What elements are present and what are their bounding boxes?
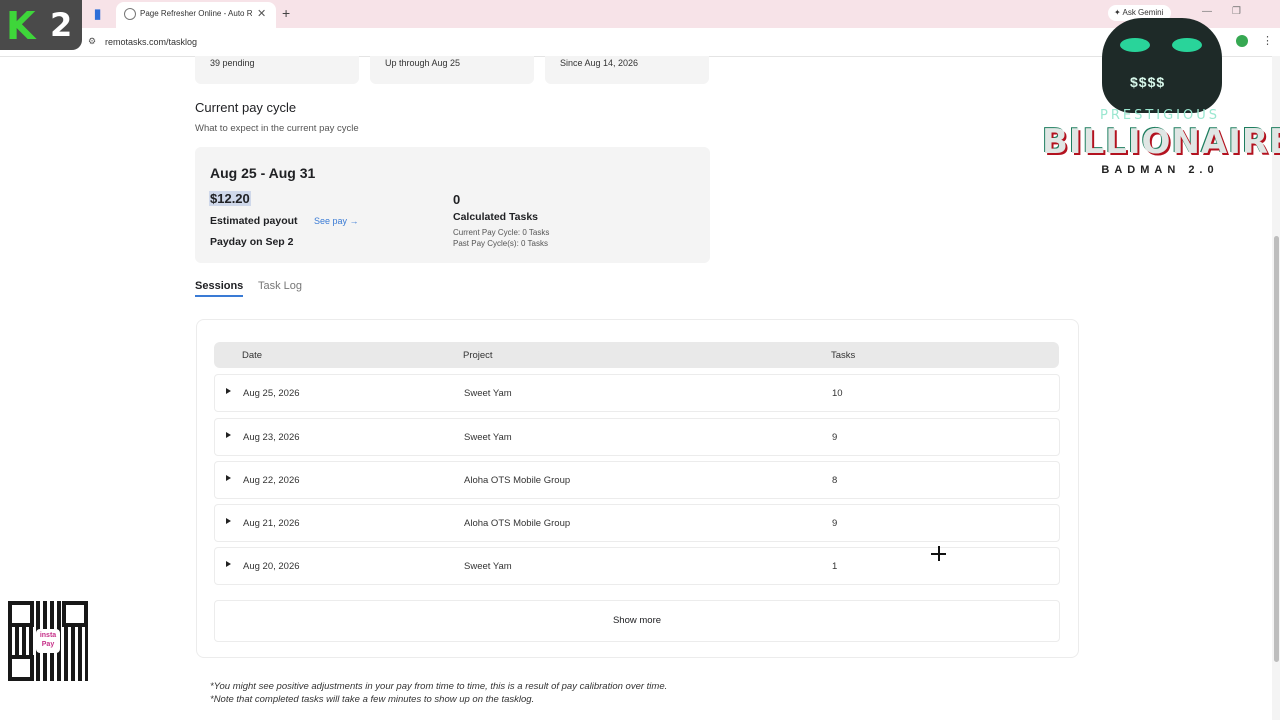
row-tasks: 9 [832, 432, 838, 443]
new-tab-button[interactable]: + [282, 5, 290, 21]
pay-cycle-subheading: What to expect in the current pay cycle [195, 123, 359, 134]
billionaire-badman-logo: $$$$ PRESTIGIOUS BILLIONAIRE BADMAN 2.0 [1042, 18, 1280, 178]
stat-text: Up through Aug 25 [385, 58, 461, 68]
logo-right-eye [1172, 38, 1202, 52]
crosshair-cursor-icon [931, 546, 946, 561]
stat-card-since: Since Aug 14, 2026 [545, 56, 709, 84]
logo-badman: BADMAN 2.0 [1101, 164, 1219, 176]
calculated-task-count: 0 [453, 192, 461, 207]
row-date: Aug 22, 2026 [243, 475, 300, 486]
stat-text: 39 pending [210, 58, 255, 68]
row-date: Aug 21, 2026 [243, 518, 300, 529]
header-date: Date [242, 350, 263, 361]
row-date: Aug 23, 2026 [243, 432, 300, 443]
qr-finder [8, 601, 34, 627]
expand-caret-icon[interactable] [226, 518, 231, 524]
logo-billionaire: BILLIONAIRE [1042, 122, 1280, 162]
pinned-tab-icon[interactable]: ▮ [94, 7, 108, 21]
page-scrollbar-thumb[interactable] [1274, 236, 1279, 662]
row-tasks: 10 [832, 388, 843, 399]
qr-label-insta: insta [39, 632, 57, 639]
k2-number: 2 [50, 6, 73, 44]
payday-label: Payday on Sep 2 [210, 236, 294, 248]
table-row[interactable]: Aug 22, 2026 Aloha OTS Mobile Group 8 [214, 461, 1060, 499]
row-tasks: 8 [832, 475, 838, 486]
table-row[interactable]: Aug 23, 2026 Sweet Yam 9 [214, 418, 1060, 456]
tab-task-log[interactable]: Task Log [258, 280, 302, 292]
restore-icon[interactable]: ❐ [1232, 6, 1241, 17]
stat-card-pending: 39 pending [195, 56, 359, 84]
pay-cycle-heading: Current pay cycle [195, 100, 297, 115]
qr-label-pay: Pay [41, 641, 55, 648]
pay-cycle-range: Aug 25 - Aug 31 [210, 165, 316, 181]
tab-close-icon[interactable]: ✕ [257, 7, 266, 20]
current-cycle-tasks: Current Pay Cycle: 0 Tasks [453, 228, 550, 237]
show-more-button[interactable]: Show more [214, 600, 1060, 642]
row-date: Aug 25, 2026 [243, 388, 300, 399]
calculated-tasks-label: Calculated Tasks [453, 211, 539, 223]
logo-prestigious: PRESTIGIOUS [1099, 108, 1221, 123]
header-project: Project [463, 350, 493, 361]
header-tasks: Tasks [831, 350, 856, 361]
tasklog-delay-note: *Note that completed tasks will take a f… [210, 694, 535, 705]
row-tasks: 1 [832, 561, 838, 572]
k2-channel-logo: K 2 [0, 0, 82, 50]
stat-card-up-through: Up through Aug 25 [370, 56, 534, 84]
row-project: Sweet Yam [464, 432, 512, 443]
expand-caret-icon[interactable] [226, 475, 231, 481]
pay-adjustment-note: *You might see positive adjustments in y… [210, 681, 668, 692]
table-header: Date Project Tasks [214, 342, 1059, 368]
site-info-icon[interactable]: ⚙ [88, 36, 96, 47]
logo-mask-figure [1102, 18, 1222, 113]
row-project: Sweet Yam [464, 561, 512, 572]
stat-text: Since Aug 14, 2026 [560, 58, 639, 68]
logo-left-eye [1120, 38, 1150, 52]
estimated-payout-amount: $12.20 [209, 191, 251, 206]
minimize-icon[interactable]: — [1202, 6, 1212, 17]
expand-caret-icon[interactable] [226, 388, 231, 394]
logo-dollars: $$$$ [1130, 74, 1166, 90]
pay-cycle-card: Aug 25 - Aug 31 $12.20 Estimated payout … [195, 147, 710, 263]
table-row[interactable]: Aug 25, 2026 Sweet Yam 10 [214, 374, 1060, 412]
tab-favicon-icon [124, 8, 136, 20]
estimated-payout-label: Estimated payout [210, 215, 298, 227]
row-tasks: 9 [832, 518, 838, 529]
ask-gemini-label: Ask Gemini [1122, 8, 1164, 17]
tab-title: Page Refresher Online - Auto R [140, 9, 252, 18]
row-project: Aloha OTS Mobile Group [464, 518, 571, 529]
row-project: Sweet Yam [464, 388, 512, 399]
expand-caret-icon[interactable] [226, 432, 231, 438]
past-cycle-tasks: Past Pay Cycle(s): 0 Tasks [453, 239, 548, 248]
tab-sessions[interactable]: Sessions [195, 280, 244, 297]
see-pay-link[interactable]: See pay → [314, 216, 359, 226]
qr-finder [8, 655, 34, 681]
row-project: Aloha OTS Mobile Group [464, 475, 571, 486]
expand-caret-icon[interactable] [226, 561, 231, 567]
url-field[interactable]: remotasks.com/tasklog [105, 37, 197, 47]
k2-letter: K [6, 4, 36, 48]
qr-finder [62, 601, 88, 627]
instapay-qr-code: insta Pay [8, 601, 88, 681]
table-row[interactable]: Aug 21, 2026 Aloha OTS Mobile Group 9 [214, 504, 1060, 542]
tab-page-refresher[interactable]: Page Refresher Online - Auto R ✕ [116, 2, 276, 28]
qr-instapay-badge: insta Pay [36, 629, 60, 653]
row-date: Aug 20, 2026 [243, 561, 300, 572]
